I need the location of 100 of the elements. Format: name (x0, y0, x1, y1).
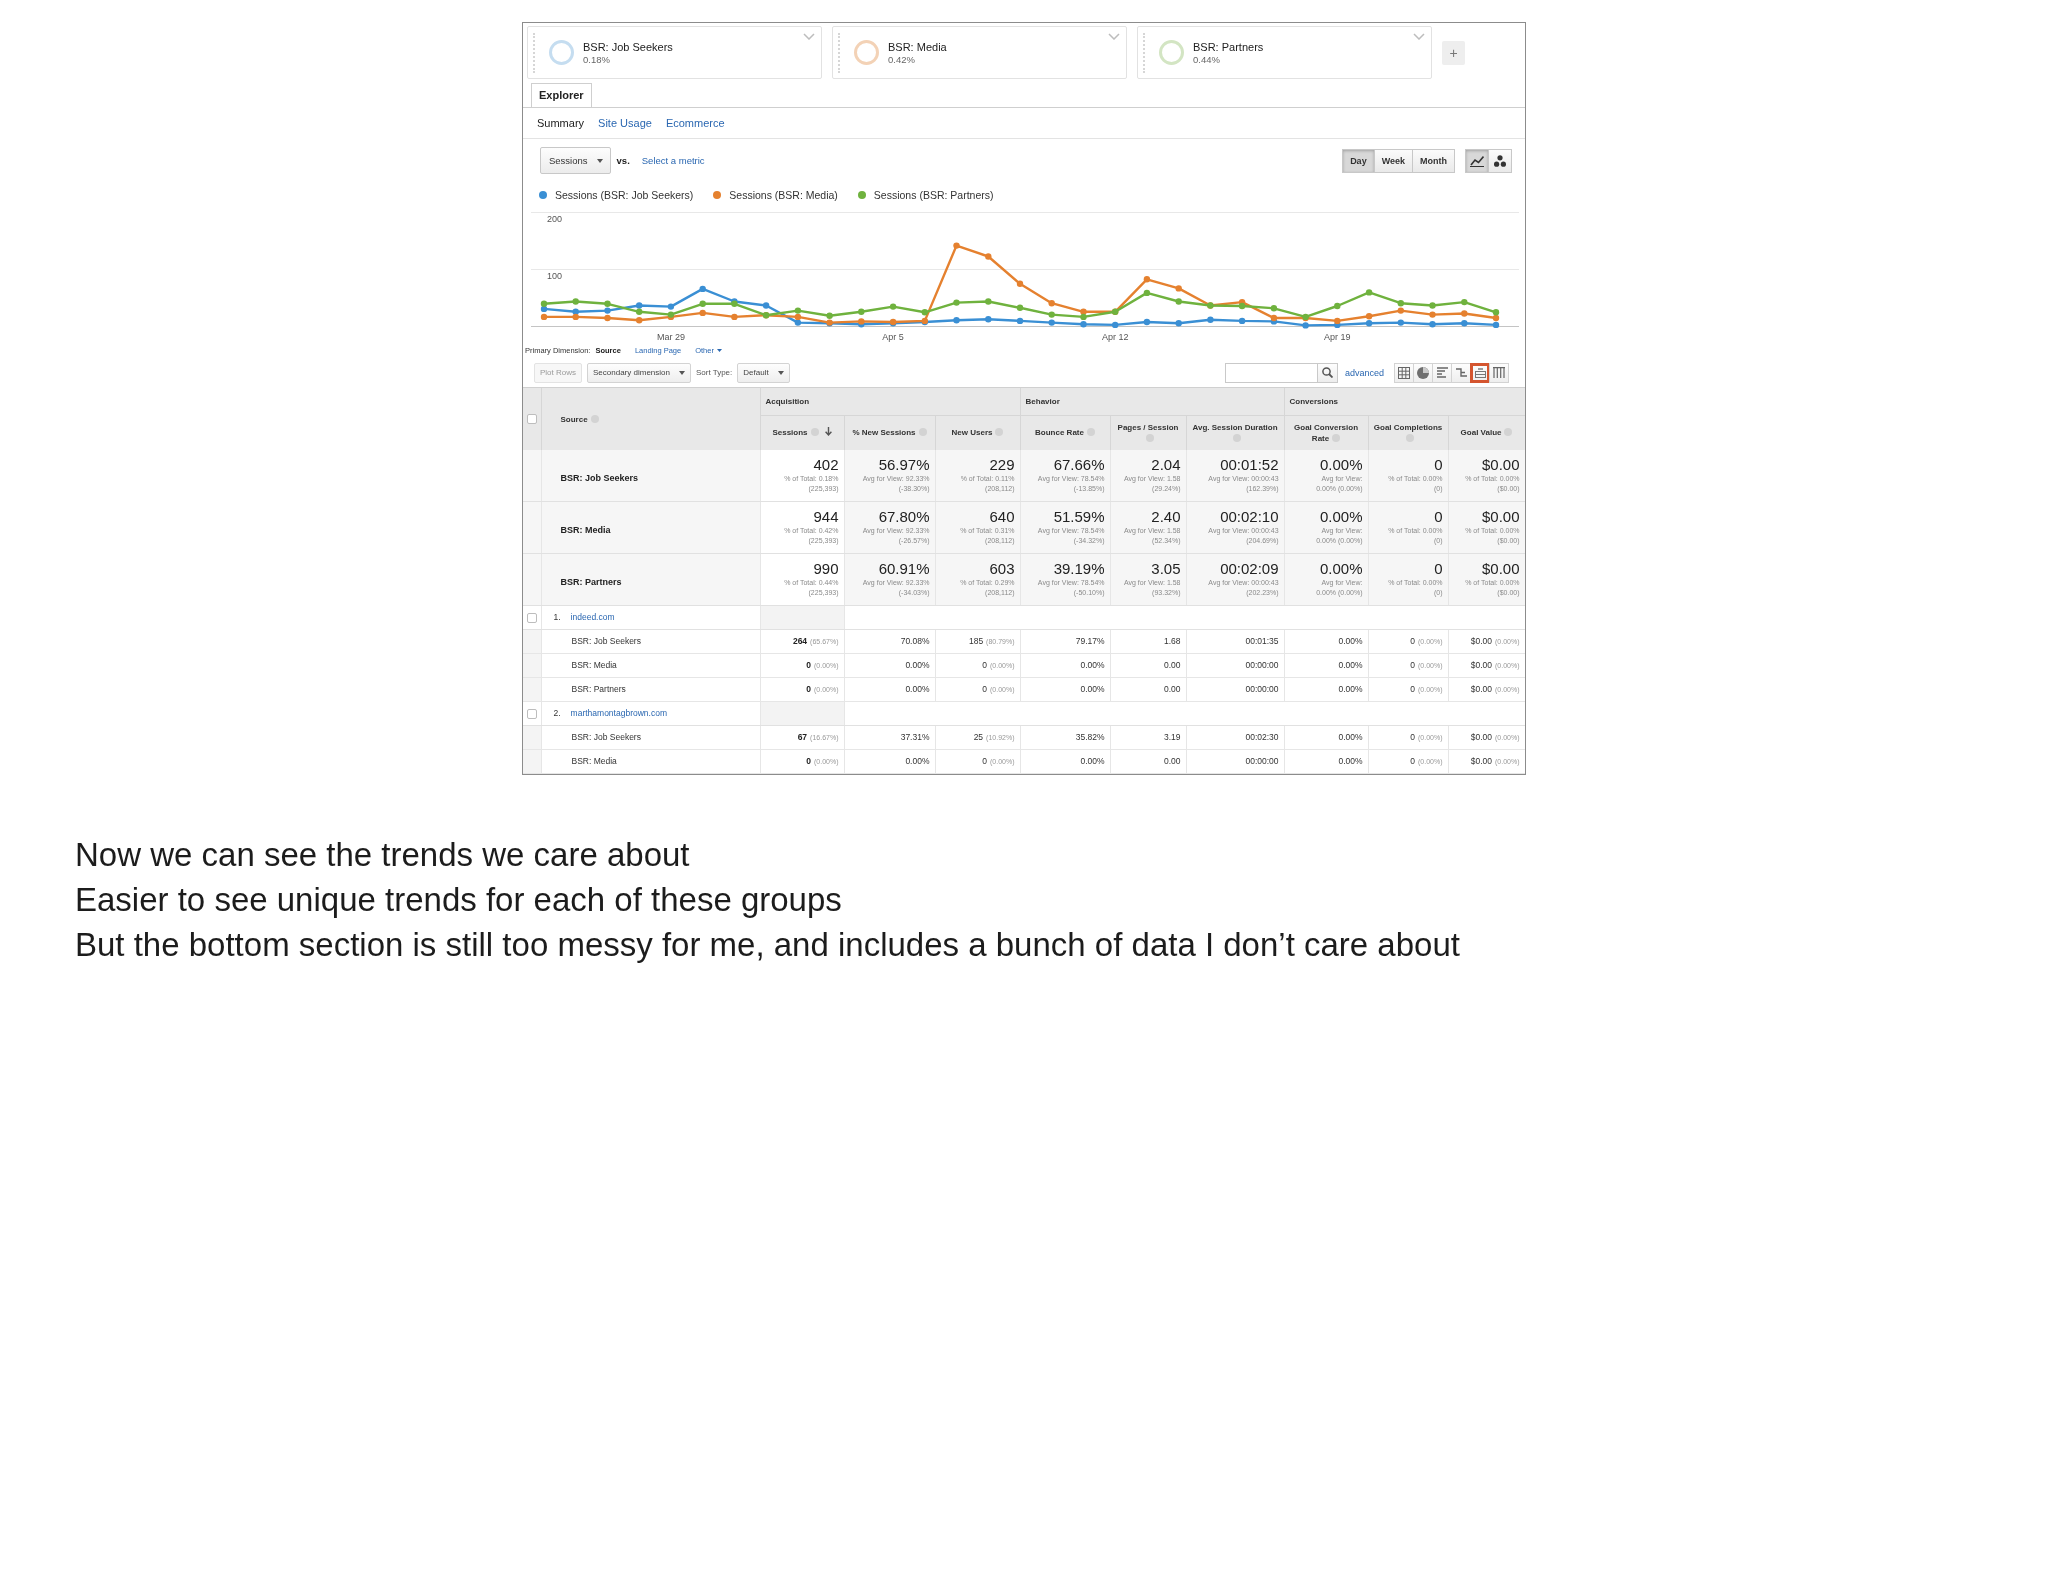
sort-type-label: Sort Type: (695, 368, 733, 377)
segment-label: BSR: Media (560, 524, 611, 535)
column-header[interactable]: Source (541, 388, 760, 450)
chevron-down-icon[interactable] (1108, 33, 1120, 40)
metric-value: 60.91% (878, 560, 930, 578)
secondary-dimension-dropdown[interactable]: Secondary dimension (587, 362, 691, 383)
axis-label: Apr 12 (1101, 332, 1129, 342)
point (731, 313, 738, 321)
drag-handle-icon[interactable] (533, 32, 535, 73)
metric-value: 185 (968, 636, 984, 646)
search-field[interactable] (1224, 362, 1318, 383)
interval-button[interactable]: Day (1342, 148, 1375, 173)
chart-type-button[interactable] (1465, 148, 1489, 173)
bar-list-icon (1436, 367, 1448, 378)
search-button[interactable] (1317, 362, 1338, 383)
point (1238, 317, 1246, 325)
caret-icon (777, 370, 784, 375)
chevron-down-icon[interactable] (1413, 33, 1425, 40)
column-header[interactable]: Goal Conversion Rate (1284, 415, 1369, 450)
subtab[interactable]: Site Usage (598, 117, 652, 129)
checkbox[interactable] (526, 613, 537, 624)
metric-value: 0.00% (1338, 684, 1363, 694)
metric-value: 640 (989, 508, 1015, 526)
point (667, 303, 675, 310)
metric-value: 990 (813, 560, 839, 578)
segment-card[interactable]: BSR: Media 0.42% (832, 26, 1127, 79)
add-segment-button[interactable]: + (1442, 41, 1465, 65)
point (1112, 321, 1119, 329)
source-link[interactable]: indeed.com (570, 612, 615, 622)
point (1016, 304, 1024, 311)
metric-value: 35.82% (1075, 732, 1105, 742)
metric-value: 229 (989, 456, 1015, 474)
point (1175, 298, 1182, 305)
metric-value: 0.00% (1320, 508, 1363, 526)
column-header[interactable]: Goal Completions (1368, 415, 1449, 450)
column-header[interactable]: Avg. Session Duration (1186, 415, 1285, 450)
caret-icon (716, 349, 722, 352)
point (826, 312, 833, 319)
column-group-header: Behavior (1020, 388, 1285, 415)
point (1048, 319, 1055, 326)
point (1365, 320, 1373, 327)
interval-button[interactable]: Month (1412, 148, 1455, 173)
point (1302, 322, 1309, 329)
point (1492, 314, 1500, 322)
row-index: 1. (553, 612, 561, 622)
column-header[interactable]: Goal Value (1448, 415, 1525, 450)
point (1175, 320, 1182, 327)
segment-card[interactable]: BSR: Job Seekers 0.18% (527, 26, 822, 79)
metric-value: 51.59% (1053, 508, 1105, 526)
column-header[interactable]: Pages / Session (1110, 415, 1186, 450)
segment-label: BSR: Partners (560, 576, 622, 587)
subtab[interactable]: Summary (537, 117, 585, 129)
column-header[interactable]: New Users (935, 415, 1020, 450)
metric-value: 0 (1410, 660, 1415, 670)
segment-card[interactable]: BSR: Partners 0.44% (1137, 26, 1432, 79)
axis-label: Mar 29 (656, 332, 685, 342)
subtab[interactable]: Ecommerce (665, 117, 725, 129)
search-icon (1321, 367, 1333, 378)
column-header[interactable]: % New Sessions (844, 415, 935, 450)
point (1238, 302, 1246, 310)
view-button[interactable] (1470, 362, 1490, 383)
point (636, 302, 643, 309)
column-header[interactable]: Bounce Rate (1020, 415, 1110, 450)
checkbox[interactable] (526, 414, 537, 424)
metric-value: 00:02:09 (1220, 560, 1279, 578)
chart-type-button[interactable] (1488, 148, 1512, 173)
metric-value: 0.00% (1320, 456, 1363, 474)
chevron-down-icon[interactable] (803, 33, 815, 40)
segment-share: 0.44% (1193, 53, 1220, 66)
metric-dropdown[interactable]: Sessions (540, 147, 611, 174)
source-link[interactable]: marthamontagbrown.com (570, 708, 667, 718)
column-group-header: Acquisition (760, 388, 1020, 415)
segment-name: BSR: Media (888, 39, 947, 54)
column-group-header: Conversions (1284, 388, 1525, 415)
metric-value: 79.17% (1075, 636, 1105, 646)
segment-label: BSR: Job Seekers (560, 472, 639, 483)
point (985, 253, 992, 260)
drag-handle-icon[interactable] (838, 32, 840, 73)
point (794, 313, 802, 321)
metric-value: 3.05 (1151, 560, 1181, 578)
line-chart-icon (1470, 154, 1484, 167)
point (1429, 311, 1436, 318)
column-header[interactable]: Sessions (760, 415, 844, 450)
metric-value: 3.19 (1163, 732, 1181, 742)
sort-type-dropdown[interactable]: Default (737, 362, 790, 383)
metric-value: $0.00 (1470, 756, 1492, 766)
advanced-link[interactable]: advanced (1344, 367, 1384, 378)
drag-handle-icon[interactable] (1143, 32, 1145, 73)
pie-chart-icon (1417, 366, 1429, 379)
tab[interactable]: Explorer (531, 83, 592, 107)
checkbox[interactable] (526, 709, 537, 720)
point (953, 242, 960, 249)
point (1365, 289, 1373, 296)
metric-value: 00:01:52 (1220, 456, 1279, 474)
metric-value: 603 (989, 560, 1015, 578)
point (1048, 311, 1055, 318)
interval-button[interactable]: Week (1373, 148, 1413, 173)
metric-value: $0.00 (1470, 636, 1492, 646)
select-metric-link[interactable]: Select a metric (641, 155, 705, 166)
metric-value: 0.00 (1163, 660, 1181, 670)
